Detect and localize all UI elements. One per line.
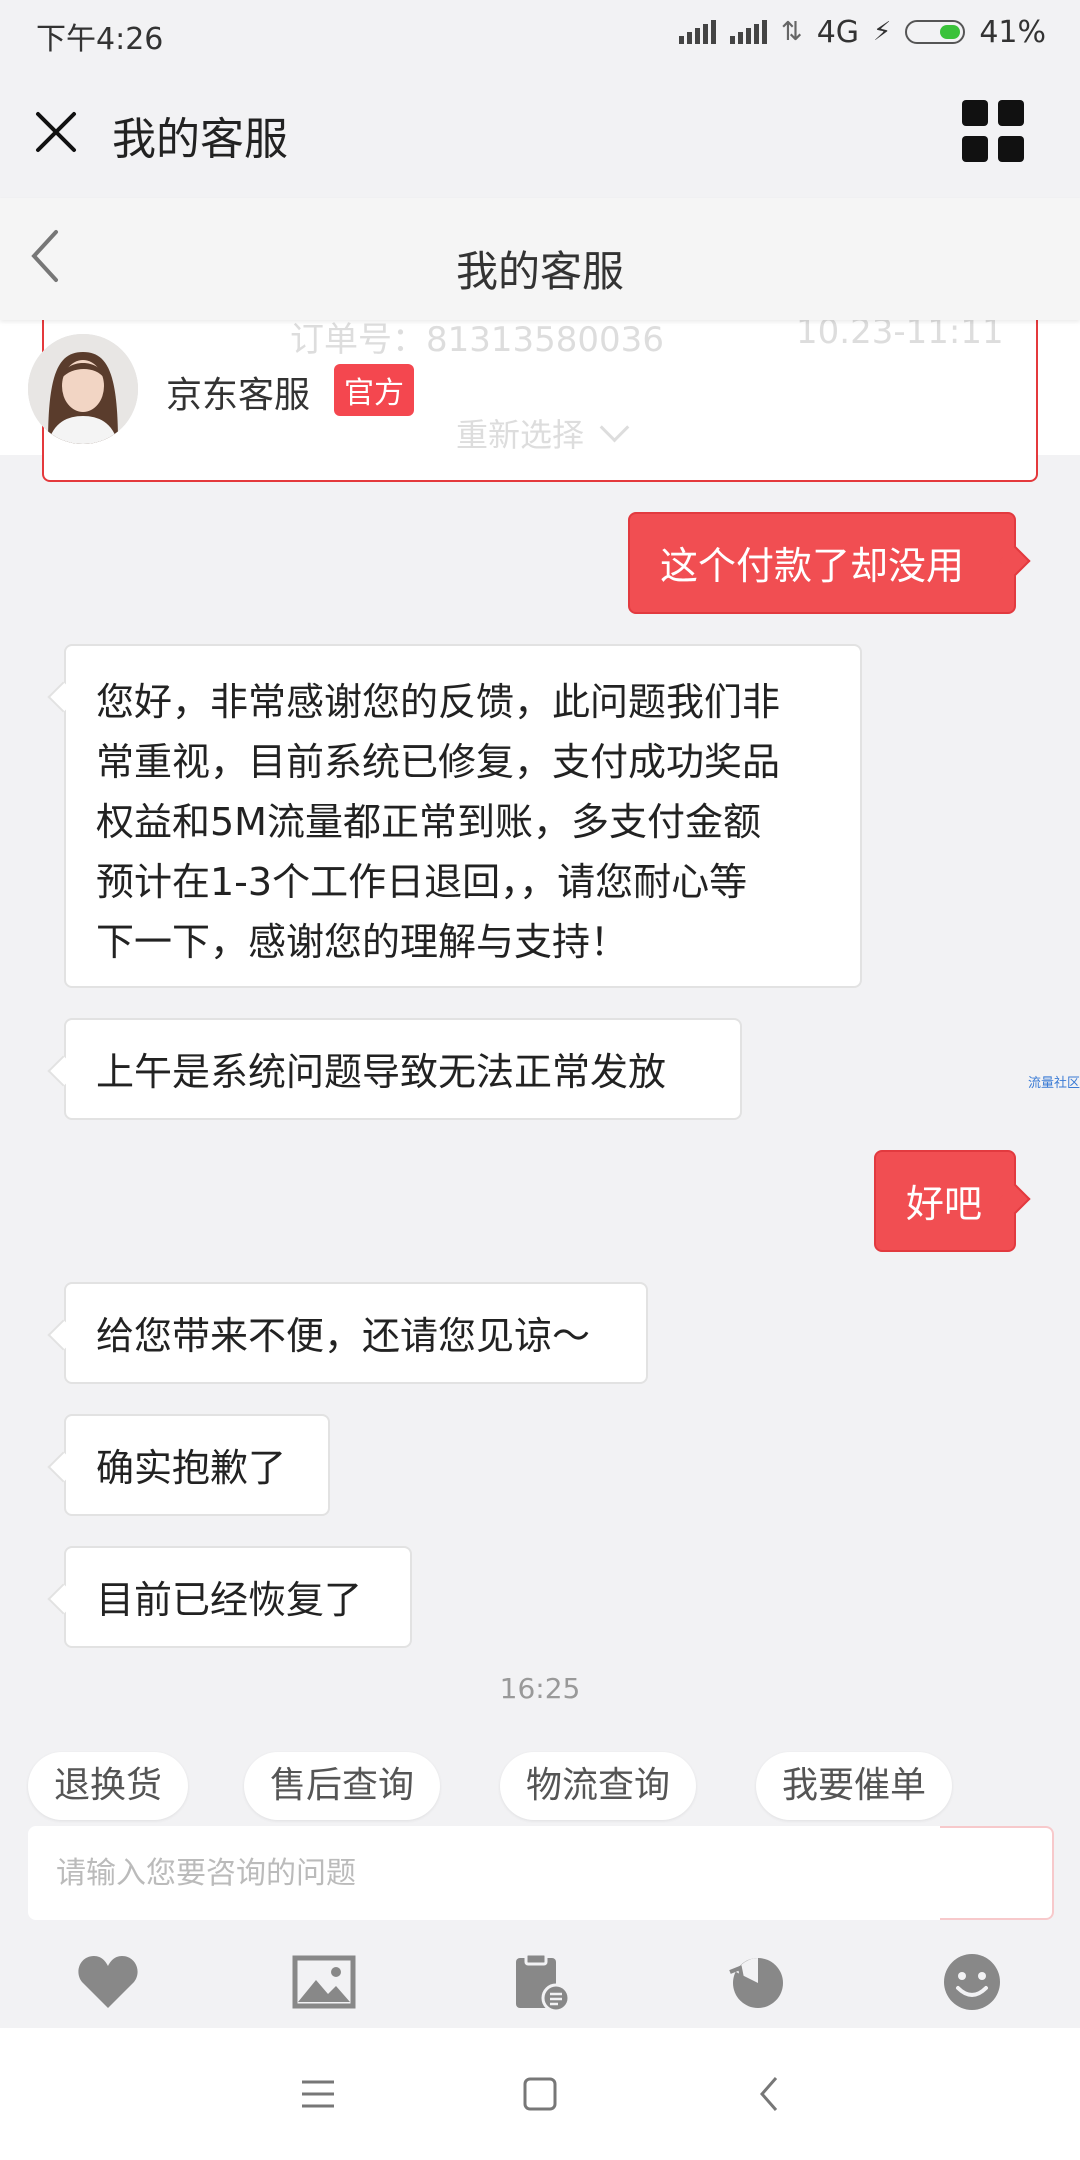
agent-avatar[interactable] — [28, 334, 138, 444]
chevron-down-icon — [599, 412, 630, 443]
emoji-icon[interactable] — [940, 1952, 1004, 2012]
status-indicators: ⇅ 4G ⚡ 41% — [678, 12, 1046, 52]
message-timestamp: 16:25 — [499, 1672, 581, 1705]
avatar-image — [28, 334, 138, 444]
heart-icon[interactable] — [76, 1952, 140, 2012]
top-bar-title: 我的客服 — [112, 114, 288, 165]
signal-icon — [729, 20, 767, 44]
close-icon[interactable] — [32, 108, 80, 156]
home-icon[interactable] — [516, 2070, 564, 2118]
grid-menu-icon[interactable] — [962, 100, 1024, 162]
input-accent-border — [940, 1826, 1054, 1920]
watermark-text: 流量社区 — [1028, 1076, 1080, 1091]
agent-message[interactable]: 上午是系统问题导致无法正常发放 — [64, 1018, 742, 1120]
user-message[interactable]: 这个付款了却没用 — [628, 512, 1016, 614]
message-line: 权益和5M流量都正常到账，多支付金额 — [96, 800, 761, 844]
message-line: 下一下，感谢您的理解与支持！ — [96, 920, 629, 964]
network-type: 4G — [816, 14, 860, 50]
agent-message[interactable]: 给您带来不便，还请您见谅～ — [64, 1282, 648, 1384]
history-icon[interactable] — [724, 1952, 788, 2012]
quick-reply-logistics[interactable]: 物流查询 — [500, 1752, 697, 1820]
menu-icon[interactable] — [294, 2070, 342, 2118]
quick-reply-urge-order[interactable]: 我要催单 — [756, 1752, 953, 1820]
message-line: 常重视，目前系统已修复，支付成功奖品 — [96, 740, 781, 784]
agent-name: 京东客服 — [166, 375, 311, 416]
data-transfer-icon: ⇅ — [780, 17, 803, 47]
message-line: 预计在1-3个工作日退回，，请您耐心等 — [96, 860, 748, 904]
image-icon[interactable] — [292, 1952, 356, 2012]
quick-reply-return[interactable]: 退换货 — [28, 1752, 189, 1820]
reselect-label: 重新选择 — [456, 416, 585, 454]
agent-message[interactable]: 您好，非常感谢您的反馈，此问题我们非 常重视，目前系统已修复，支付成功奖品 权益… — [64, 644, 862, 988]
battery-icon — [905, 20, 966, 44]
charging-icon: ⚡ — [873, 17, 892, 47]
agent-message[interactable]: 确实抱歉了 — [64, 1414, 330, 1516]
agent-message[interactable]: 目前已经恢复了 — [64, 1546, 412, 1648]
back-icon[interactable] — [746, 2070, 794, 2118]
clipboard-icon[interactable] — [508, 1952, 572, 2012]
battery-percent: 41% — [979, 14, 1046, 50]
reselect-link[interactable]: 重新选择 — [456, 410, 630, 456]
message-input[interactable] — [28, 1826, 1054, 1920]
message-line: 您好，非常感谢您的反馈，此问题我们非 — [96, 680, 781, 724]
signal-icon — [678, 20, 716, 44]
quick-reply-after-sales[interactable]: 售后查询 — [244, 1752, 441, 1820]
official-badge: 官方 — [334, 364, 414, 416]
user-message[interactable]: 好吧 — [874, 1150, 1016, 1252]
chat-header-title: 我的客服 — [455, 247, 624, 296]
status-time: 下午4:26 — [36, 22, 164, 57]
